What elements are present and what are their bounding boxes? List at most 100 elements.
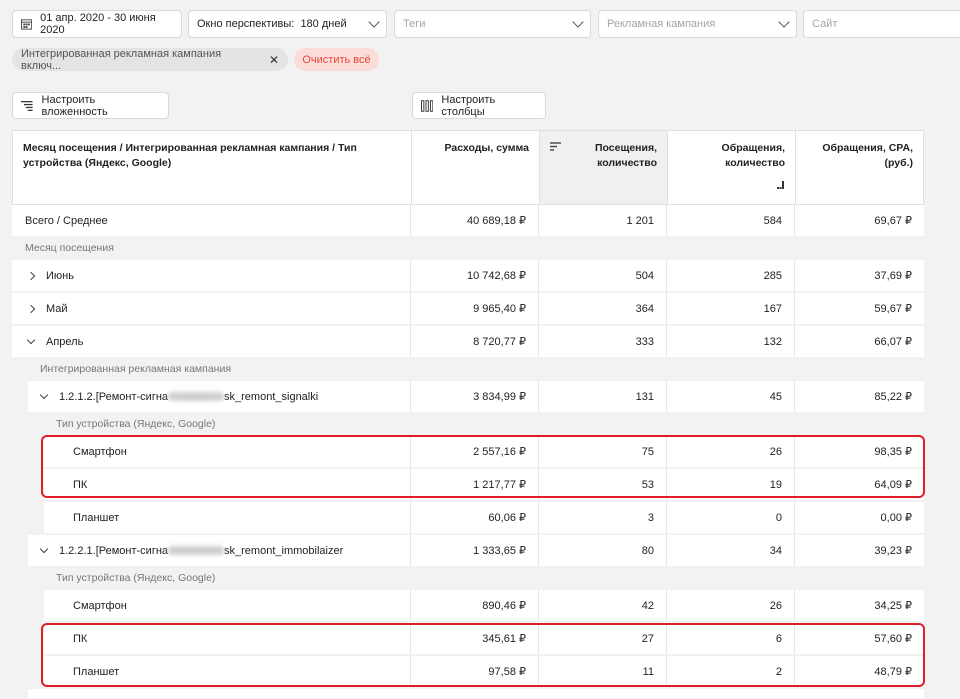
table-row-month[interactable]: Май 9 965,40 ₽ 364 167 59,67 ₽ (12, 293, 924, 324)
cell-visits: 53 (539, 469, 667, 500)
filter-chip[interactable]: Интегрированная рекламная кампания включ… (12, 47, 288, 72)
cell-cpa: 59,67 ₽ (874, 303, 912, 315)
month-label: Май (46, 302, 68, 315)
cell-label: Апрель (12, 326, 411, 357)
group-label-device: Тип устройства (Яндекс, Google) (56, 572, 216, 584)
cell-spend: 1 333,65 ₽ (411, 535, 539, 566)
cell-conversions: 132 (667, 326, 795, 357)
cell-conversions: 2 (667, 656, 795, 687)
group-label-month: Месяц посещения (25, 242, 114, 254)
table-row-device: Смартфон 2 557,16 ₽ 75 26 98,35 ₽ (44, 436, 924, 467)
resize-handle-icon[interactable] (777, 181, 785, 189)
cell-cpa: 48,79 ₽ (874, 666, 912, 678)
chevron-down-icon (778, 16, 790, 28)
columns-icon (421, 99, 434, 112)
cell-conversions: 26 (667, 436, 795, 467)
cell-conversions: 167 (667, 293, 795, 324)
cell-label: ПК (44, 623, 411, 654)
header-cpa-label: Обращения, CPA, (руб.) (822, 142, 913, 169)
cell-visits: 11 (539, 656, 667, 687)
window-select[interactable]: Окно перспективы: 180 дней (188, 10, 387, 38)
cell-conversions: 45 (667, 381, 795, 412)
header-visits[interactable]: Посещения, количество (540, 131, 668, 204)
redacted-text (168, 546, 225, 555)
table-row-campaign[interactable]: 1.2.2.1.[Ремонт-сигна sk_remont_immobilai… (28, 535, 924, 566)
cell-spend: 8 720,77 ₽ (411, 326, 539, 357)
cell-label: Планшет (44, 502, 411, 533)
cell-cpa: 0,00 ₽ (880, 512, 912, 524)
window-label: Окно перспективы: (197, 18, 295, 30)
campaign-placeholder: Рекламная кампания (607, 18, 716, 30)
table-row-device: ПК 345,61 ₽ 27 6 57,60 ₽ (44, 623, 924, 654)
campaign-label-start: 1.2.2.1.[Ремонт-сигна (59, 544, 169, 557)
clear-all-label: Очистить всё (302, 53, 371, 66)
site-select[interactable]: Сайт (803, 10, 960, 38)
cell-conversions: 0 (667, 502, 795, 533)
cell-cpa: 64,09 ₽ (874, 479, 912, 491)
month-label: Апрель (46, 335, 84, 348)
cell-cpa: 57,60 ₽ (874, 633, 912, 645)
header-spend[interactable]: Расходы, сумма (412, 131, 540, 204)
cell-conversions: 26 (667, 590, 795, 621)
close-icon[interactable]: ✕ (269, 53, 279, 67)
cell-visits: 3 (539, 502, 667, 533)
cell-label: 1.2.2.1.[Ремонт-сигна sk_remont_immobilai… (28, 535, 411, 566)
window-value: 180 дней (300, 18, 347, 30)
sort-icon[interactable] (550, 142, 562, 152)
cell-conversions: 34 (667, 535, 795, 566)
tags-select[interactable]: Теги (394, 10, 591, 38)
configure-nesting-button[interactable]: Настроить вложенность (12, 92, 169, 119)
header-cpa[interactable]: Обращения, CPA, (руб.) (796, 131, 923, 204)
cell-cpa: 34,25 ₽ (874, 600, 912, 612)
configure-columns-button[interactable]: Настроить столбцы (412, 92, 546, 119)
date-range-picker[interactable]: 01 апр. 2020 - 30 июня 2020 (12, 10, 182, 38)
table-header: Месяц посещения / Интегрированная реклам… (12, 130, 924, 205)
campaign-label-start: 1.2.1.2.[Ремонт-сигна (59, 390, 169, 403)
cell-label: Смартфон (44, 590, 411, 621)
table-row-campaign[interactable]: 1.2.1.2.[Ремонт-сигна sk_remont_signalki … (28, 381, 924, 412)
cell-label: Всего / Среднее (12, 205, 411, 236)
site-placeholder: Сайт (812, 18, 838, 30)
table-row-device: Планшет 97,58 ₽ 11 2 48,79 ₽ (44, 656, 924, 687)
cell-cpa: 37,69 ₽ (874, 270, 912, 282)
cell-cpa: 85,22 ₽ (874, 391, 912, 403)
filter-chip-label: Интегрированная рекламная кампания включ… (21, 47, 222, 72)
table-row-device: ПК 1 217,77 ₽ 53 19 64,09 ₽ (44, 469, 924, 500)
table-row-device: Планшет 60,06 ₽ 3 0 0,00 ₽ (44, 502, 924, 533)
table-row-month[interactable]: Июнь 10 742,68 ₽ 504 285 37,69 ₽ (12, 260, 924, 291)
chevron-right-icon[interactable] (26, 304, 36, 313)
month-label: Июнь (46, 269, 74, 282)
cell-cpa: 69,67 ₽ (874, 215, 912, 227)
chevron-down-icon (368, 16, 380, 28)
header-dimension[interactable]: Месяц посещения / Интегрированная реклам… (13, 131, 412, 204)
configure-nesting-label: Настроить вложенность (41, 93, 108, 118)
redacted-text (168, 392, 225, 401)
table-row-partial (28, 689, 924, 699)
header-conversions-label: Обращения, количество (721, 142, 785, 169)
cell-visits: 27 (539, 623, 667, 654)
table-row-month[interactable]: Апрель 8 720,77 ₽ 333 132 66,07 ₽ (12, 326, 924, 357)
chevron-down-icon[interactable] (39, 390, 49, 400)
chevron-down-icon[interactable] (26, 335, 36, 345)
header-conversions[interactable]: Обращения, количество (668, 131, 796, 204)
chevron-down-icon[interactable] (39, 544, 49, 554)
cell-visits: 42 (539, 590, 667, 621)
campaign-select[interactable]: Рекламная кампания (598, 10, 797, 38)
cell-visits: 364 (539, 293, 667, 324)
cell-spend: 97,58 ₽ (411, 656, 539, 687)
nesting-icon (21, 100, 33, 111)
cell-cpa: 39,23 ₽ (874, 545, 912, 557)
chevron-right-icon[interactable] (26, 271, 36, 280)
cell-spend: 3 834,99 ₽ (411, 381, 539, 412)
clear-all-button[interactable]: Очистить всё (294, 48, 379, 71)
cell-spend: 890,46 ₽ (411, 590, 539, 621)
cell-visits: 131 (539, 381, 667, 412)
campaign-label-end: sk_remont_signalki (224, 390, 319, 403)
cell-label: Июнь (12, 260, 411, 291)
cell-cpa: 98,35 ₽ (874, 446, 912, 458)
cell-label: 1.2.1.2.[Ремонт-сигна sk_remont_signalki (28, 381, 411, 412)
cell-conversions: 584 (667, 205, 795, 236)
chevron-down-icon (572, 16, 584, 28)
cell-cpa: 66,07 ₽ (874, 336, 912, 348)
cell-spend: 10 742,68 ₽ (411, 260, 539, 291)
